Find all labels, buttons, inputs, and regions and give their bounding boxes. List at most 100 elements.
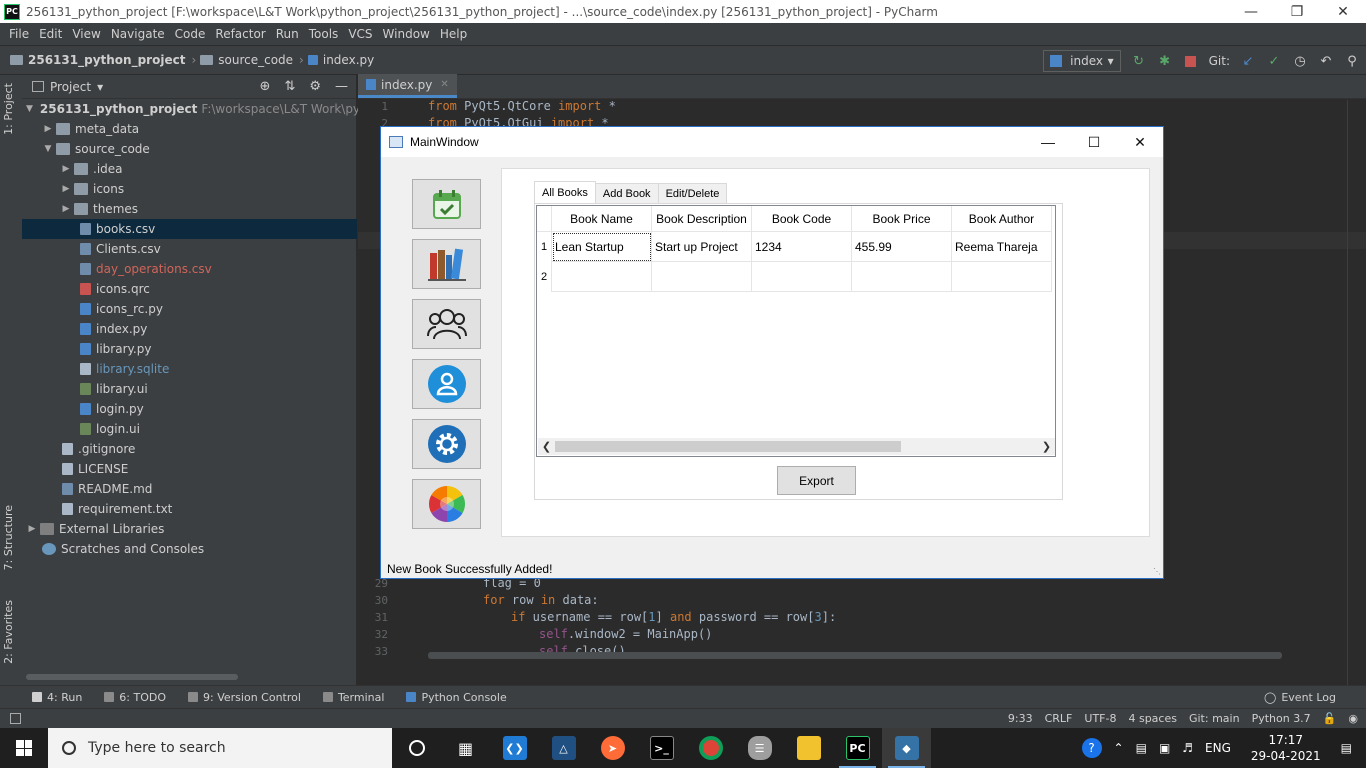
start-button[interactable]: [0, 728, 48, 768]
tree-item-icons-qrc[interactable]: icons.qrc: [22, 279, 357, 299]
chevron-up-icon[interactable]: ⌃: [1114, 741, 1124, 755]
tab-edit-delete[interactable]: Edit/Delete: [657, 183, 728, 204]
app-minimize-button[interactable]: —: [1025, 134, 1071, 150]
minimize-button[interactable]: —: [1228, 4, 1274, 20]
favorites-tool-tab[interactable]: 2: Favorites: [2, 600, 15, 664]
users-button[interactable]: [412, 359, 481, 409]
column-header-book-author[interactable]: Book Author: [952, 206, 1052, 232]
hide-icon[interactable]: —: [335, 79, 348, 94]
column-header-book-price[interactable]: Book Price: [852, 206, 952, 232]
python-console-tool-button[interactable]: Python Console: [406, 691, 507, 704]
scrollbar-thumb[interactable]: [555, 441, 901, 452]
breadcrumb-project[interactable]: 256131_python_project: [28, 53, 185, 67]
table-cell[interactable]: [852, 262, 952, 292]
table-horizontal-scrollbar[interactable]: ❮ ❯: [538, 438, 1055, 455]
tree-item-index-py[interactable]: index.py: [22, 319, 357, 339]
tree-item-library-ui[interactable]: library.ui: [22, 379, 357, 399]
tree-item-requirement[interactable]: requirement.txt: [22, 499, 357, 519]
code-line-32[interactable]: self.window2 = MainApp(): [539, 627, 712, 641]
breadcrumb-file[interactable]: index.py: [323, 53, 374, 67]
input-language[interactable]: ENG: [1205, 741, 1231, 755]
rollback-icon[interactable]: ↶: [1318, 53, 1334, 69]
menu-tools[interactable]: Tools: [304, 27, 344, 41]
menu-file[interactable]: File: [4, 27, 34, 41]
close-tab-icon[interactable]: ✕: [440, 79, 448, 90]
tree-item-readme[interactable]: README.md: [22, 479, 357, 499]
table-cell[interactable]: 1234: [752, 232, 852, 262]
clients-button[interactable]: [412, 299, 481, 349]
terminal-tool-button[interactable]: Terminal: [322, 691, 384, 704]
gear-icon[interactable]: ⚙: [309, 79, 321, 94]
project-tool-tab[interactable]: 1: Project: [2, 83, 15, 135]
code-line-30[interactable]: for row in data:: [483, 593, 599, 607]
breadcrumb-folder[interactable]: source_code: [218, 53, 293, 67]
python-interpreter[interactable]: Python 3.7: [1252, 712, 1311, 725]
tab-add-book[interactable]: Add Book: [594, 183, 659, 204]
file-explorer-app[interactable]: [784, 728, 833, 768]
menu-navigate[interactable]: Navigate: [106, 27, 170, 41]
menu-view[interactable]: View: [67, 27, 105, 41]
code-line-1[interactable]: from PyQt5.QtCore import *: [428, 99, 616, 113]
locate-icon[interactable]: ⊕: [260, 79, 271, 94]
tree-item-login-ui[interactable]: login.ui: [22, 419, 357, 439]
stop-icon[interactable]: [1183, 53, 1199, 69]
help-icon[interactable]: ?: [1081, 738, 1102, 758]
version-control-tool-button[interactable]: 9: Version Control: [188, 691, 301, 704]
menu-help[interactable]: Help: [435, 27, 472, 41]
collapse-icon[interactable]: ⇅: [284, 79, 295, 94]
indent-setting[interactable]: 4 spaces: [1128, 712, 1177, 725]
project-view-label[interactable]: Project: [50, 80, 91, 94]
row-header[interactable]: 2: [537, 262, 552, 292]
export-button[interactable]: Export: [777, 466, 856, 495]
table-cell[interactable]: [552, 262, 652, 292]
calendar-button[interactable]: [412, 179, 481, 229]
tree-item-source-code[interactable]: ▼ source_code: [22, 139, 357, 159]
tree-item-library-sqlite[interactable]: library.sqlite: [22, 359, 357, 379]
menu-code[interactable]: Code: [170, 27, 211, 41]
tree-item-icons-rc-py[interactable]: icons_rc.py: [22, 299, 357, 319]
run-config-dropdown[interactable]: index ▾: [1042, 50, 1121, 72]
network-icon[interactable]: ▤: [1136, 741, 1147, 755]
structure-tool-tab[interactable]: 7: Structure: [2, 505, 15, 570]
ethernet-icon[interactable]: ▣: [1159, 741, 1170, 755]
scroll-left-icon[interactable]: ❮: [538, 440, 555, 453]
rerun-icon[interactable]: ↻: [1131, 53, 1147, 69]
table-cell[interactable]: Reema Thareja: [952, 232, 1052, 262]
debug-icon[interactable]: ✱: [1157, 53, 1173, 69]
project-horizontal-scrollbar[interactable]: [26, 674, 238, 680]
editor-tab-index-py[interactable]: index.py ✕: [358, 74, 457, 98]
table-cell[interactable]: [752, 262, 852, 292]
tree-item-themes[interactable]: ▶ themes: [22, 199, 357, 219]
vscode-app[interactable]: ❮❯: [490, 728, 539, 768]
run-tool-button[interactable]: 4: Run: [32, 691, 82, 704]
chrome-app[interactable]: [686, 728, 735, 768]
file-encoding[interactable]: UTF-8: [1084, 712, 1116, 725]
tree-item-idea[interactable]: ▶ .idea: [22, 159, 357, 179]
lock-icon[interactable]: 🔓: [1323, 712, 1337, 725]
git-branch[interactable]: Git: main: [1189, 712, 1240, 725]
event-log-button[interactable]: ◯ Event Log: [1264, 691, 1336, 704]
terminal-app[interactable]: >_: [637, 728, 686, 768]
tree-item-login-py[interactable]: login.py: [22, 399, 357, 419]
column-header-book-description[interactable]: Book Description: [652, 206, 752, 232]
todo-tool-button[interactable]: 6: TODO: [104, 691, 166, 704]
table-cell[interactable]: [652, 262, 752, 292]
tree-item-external-libraries[interactable]: ▶ External Libraries: [22, 519, 357, 539]
postman-app[interactable]: ➤: [588, 728, 637, 768]
tab-all-books[interactable]: All Books: [534, 181, 596, 204]
database-app[interactable]: ☰: [735, 728, 784, 768]
table-cell[interactable]: Start up Project: [652, 232, 752, 262]
tree-item-scratches[interactable]: Scratches and Consoles: [22, 539, 357, 559]
tree-item-day-operations-csv[interactable]: day_operations.csv: [22, 259, 357, 279]
code-line-31[interactable]: if username == row[1] and password == ro…: [511, 610, 836, 624]
history-icon[interactable]: ◷: [1292, 53, 1308, 69]
tree-item-icons[interactable]: ▶ icons: [22, 179, 357, 199]
resize-grip-icon[interactable]: ⋱: [1153, 567, 1161, 576]
tree-root[interactable]: ▼ 256131_python_project F:\workspace\L&T…: [22, 99, 380, 119]
column-header-book-name[interactable]: Book Name: [552, 206, 652, 232]
tree-item-license[interactable]: LICENSE: [22, 459, 357, 479]
cortana-button[interactable]: [392, 728, 441, 768]
table-corner[interactable]: [537, 206, 552, 232]
app-maximize-button[interactable]: ☐: [1071, 134, 1117, 151]
notifications-icon[interactable]: ◉: [1348, 712, 1358, 725]
